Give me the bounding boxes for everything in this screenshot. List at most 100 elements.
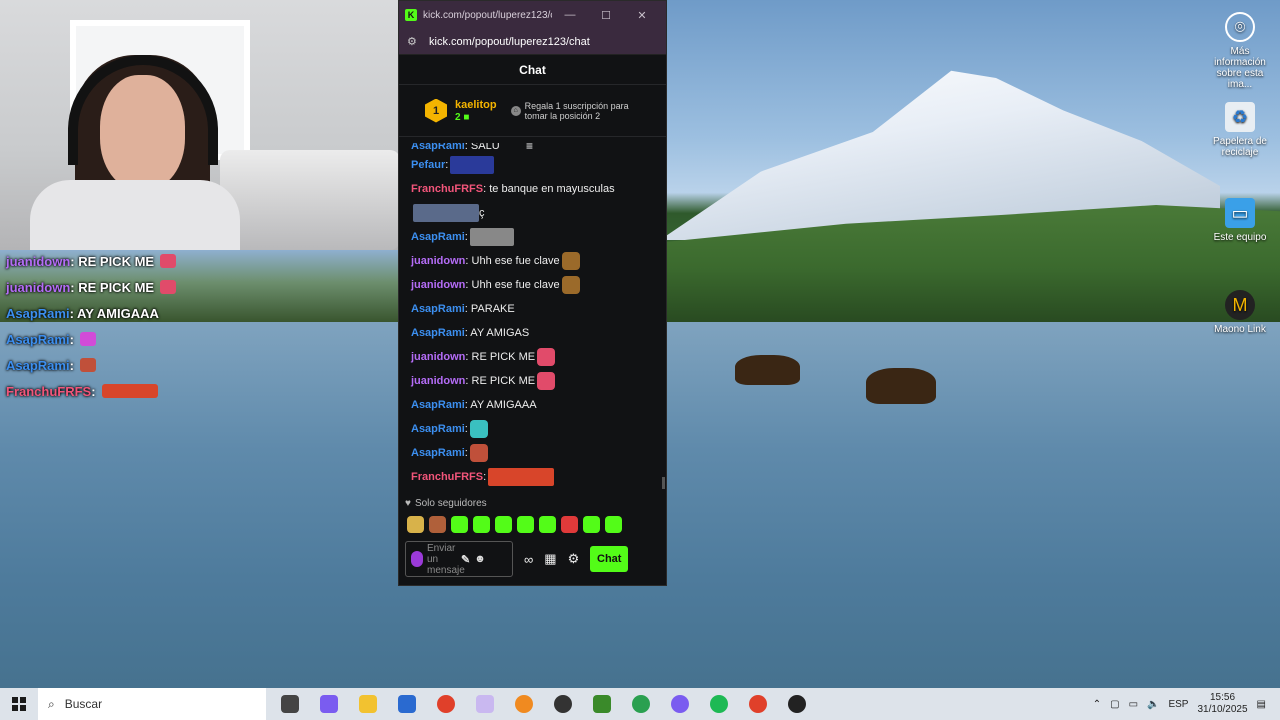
chrome-profile2-button[interactable] [738, 688, 777, 720]
sun-app-button[interactable] [504, 688, 543, 720]
chat-username[interactable]: juanidown [411, 255, 465, 267]
top-gifter-banner[interactable]: 1 kaelitop 2 ■ ⌂ Regala 1 suscripción pa… [399, 85, 666, 137]
chat-username[interactable]: juanidown [411, 375, 465, 387]
chat-username[interactable]: FranchuFRFS [411, 183, 483, 195]
copilot-button[interactable] [309, 688, 348, 720]
chat-message[interactable]: ç [411, 201, 654, 225]
chat-message[interactable]: AsapRami: [411, 225, 654, 249]
overlay-chat-text: : [69, 331, 74, 347]
quick-emote-icon[interactable] [583, 516, 600, 533]
quick-emote-icon[interactable] [473, 516, 490, 533]
quick-emote-icon[interactable] [539, 516, 556, 533]
mic-icon[interactable] [411, 551, 423, 567]
minecraft-button[interactable] [582, 688, 621, 720]
maximize-button[interactable]: ☐ [588, 9, 624, 22]
chat-message-list[interactable]: AsapRami: SALU Pefaur: FranchuFRFS: te ban… [399, 143, 666, 493]
chat-message[interactable]: FranchuFRFS: [411, 465, 654, 489]
chat-text: : AY AMIGAS [464, 327, 530, 339]
maono-icon: M [1225, 290, 1255, 320]
chat-username[interactable]: AsapRami [411, 303, 465, 315]
chat-message[interactable]: juanidown: RE PICK ME [411, 345, 654, 369]
file-explorer-button[interactable] [348, 688, 387, 720]
quick-emote-icon[interactable] [451, 516, 468, 533]
overlay-chat-username: AsapRami [6, 305, 70, 321]
desktop-icon-info[interactable]: ⌾ Más información sobre esta ima... [1205, 12, 1275, 90]
spotify-icon [709, 695, 728, 713]
emoji-icon[interactable]: ☻ [474, 553, 486, 565]
store-icon[interactable]: ▦ [544, 551, 556, 567]
chat-username[interactable]: AsapRami [411, 423, 465, 435]
chat-username[interactable]: AsapRami [411, 399, 465, 411]
sparkle-icon[interactable]: ✎ [461, 553, 470, 566]
quick-emote-icon[interactable] [495, 516, 512, 533]
store-button[interactable] [387, 688, 426, 720]
chat-username[interactable]: AsapRami [411, 143, 465, 152]
settings-gear-icon[interactable]: ⚙ [568, 551, 580, 567]
chat-message[interactable]: AsapRami: [411, 417, 654, 441]
close-button[interactable]: ✕ [624, 9, 660, 22]
chat-username[interactable]: juanidown [411, 279, 465, 291]
chat-text: : SALU [464, 143, 500, 152]
chat-scrollbar[interactable] [662, 477, 665, 489]
spotify-button[interactable] [699, 688, 738, 720]
chat-username[interactable]: juanidown [411, 351, 465, 363]
chrome-profile-icon [631, 695, 650, 713]
chat-message[interactable]: juanidown: Uhh ese fue clave [411, 273, 654, 297]
kicks-icon[interactable]: ∞ [524, 552, 533, 567]
chat-text: : [464, 231, 468, 243]
chat-message[interactable]: FranchuFRFS: te banque en mayusculas [411, 177, 654, 201]
chat-username[interactable]: AsapRami [411, 447, 465, 459]
address-bar[interactable]: ⚙ kick.com/popout/luperez123/chat [399, 29, 666, 55]
desktop-icon-este-equipo[interactable]: ▭ Este equipo [1205, 198, 1275, 243]
quick-emote-icon[interactable] [429, 516, 446, 533]
volume-icon[interactable]: 🔈 [1147, 699, 1159, 710]
chat-message[interactable]: juanidown: RE PICK ME [411, 369, 654, 393]
quick-emote-icon[interactable] [407, 516, 424, 533]
quick-emote-icon[interactable] [561, 516, 578, 533]
chevron-up-icon[interactable]: ⌃ [1093, 699, 1101, 710]
desktop-icon-recycle-bin[interactable]: ♻ Papelera de reciclaje [1205, 102, 1275, 158]
quick-emote-icon[interactable] [605, 516, 622, 533]
task-view-button[interactable] [270, 688, 309, 720]
minimize-button[interactable]: — [552, 9, 588, 21]
language-indicator[interactable]: ESP [1168, 699, 1188, 710]
word-online-button[interactable] [465, 688, 504, 720]
overlay-chat-message: juanidown : RE PICK ME [6, 248, 396, 274]
emote-icon [160, 254, 177, 268]
chat-username[interactable]: FranchuFRFS [411, 471, 483, 483]
app-button[interactable] [777, 688, 816, 720]
overlay-chat-message: FranchuFRFS : [6, 378, 396, 404]
chat-input-placeholder: Enviar un mensaje [427, 542, 465, 576]
chat-message[interactable]: Pefaur: [411, 153, 654, 177]
notifications-icon[interactable]: ▤ [1257, 699, 1266, 710]
chat-text: : [464, 447, 468, 459]
site-settings-icon[interactable]: ⚙ [407, 35, 421, 48]
chat-message[interactable]: juanidown: Uhh ese fue clave [411, 249, 654, 273]
clock[interactable]: 15:56 31/10/2025 [1197, 692, 1247, 716]
chat-message[interactable]: AsapRami: AY AMIGAS [411, 321, 654, 345]
tray-app-icon[interactable]: ▢ [1110, 699, 1119, 710]
chat-username[interactable]: AsapRami [411, 327, 465, 339]
chrome-icon [436, 695, 455, 713]
chat-username[interactable]: Pefaur [411, 159, 445, 171]
desktop-icon-maono-link[interactable]: M Maono Link [1205, 290, 1275, 335]
chat-header: Chat [399, 55, 666, 85]
network-icon[interactable]: ▭ [1129, 699, 1138, 710]
quick-emote-icon[interactable] [517, 516, 534, 533]
window-titlebar[interactable]: K kick.com/popout/luperez123/c... — ☐ ✕ [399, 1, 666, 29]
chat-message[interactable]: AsapRami: PARAKE [411, 297, 654, 321]
emote-icon [469, 444, 488, 462]
obs-button[interactable] [543, 688, 582, 720]
start-button[interactable] [0, 697, 38, 711]
send-chat-button[interactable]: Chat [590, 546, 629, 572]
chat-input[interactable]: Enviar un mensaje ✎ ☻ [405, 541, 513, 577]
chat-message[interactable]: AsapRami: [411, 441, 654, 465]
chrome-button[interactable] [426, 688, 465, 720]
chat-message[interactable]: AsapRami: AY AMIGAAA [411, 393, 654, 417]
chrome-profile-button[interactable] [621, 688, 660, 720]
search-icon: ⌕ [48, 696, 55, 711]
chat-message[interactable]: AsapRami: SALU [411, 143, 654, 153]
taskbar-search[interactable]: ⌕ Buscar [38, 688, 266, 720]
discord-button[interactable] [660, 688, 699, 720]
chat-username[interactable]: AsapRami [411, 231, 465, 243]
